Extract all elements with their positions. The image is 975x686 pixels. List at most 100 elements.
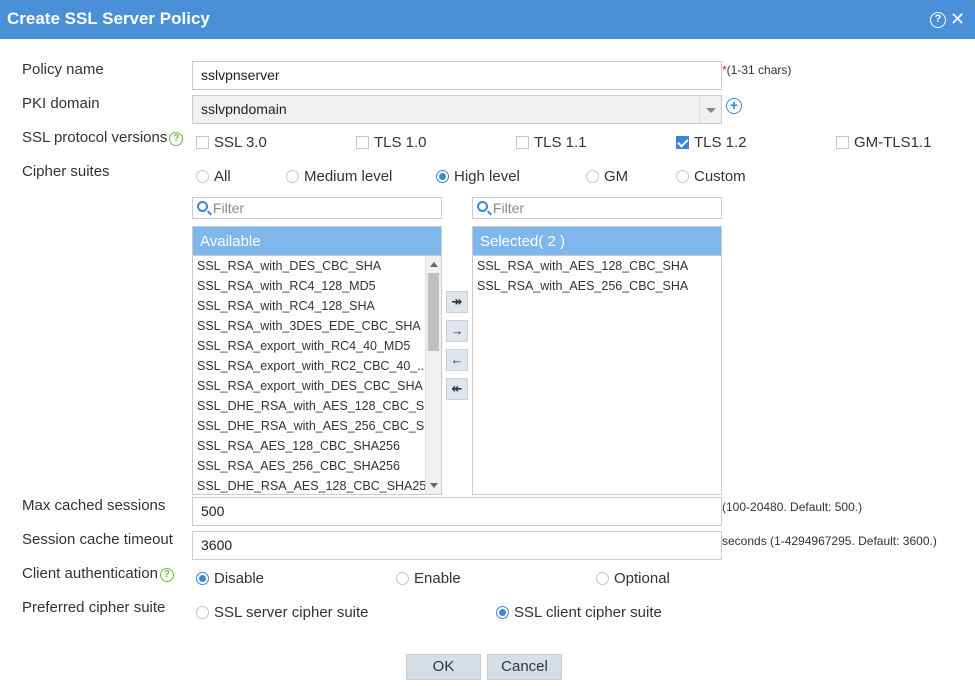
radio-dot[interactable] bbox=[596, 572, 609, 585]
list-item[interactable]: SSL_RSA_with_RC4_128_MD5 bbox=[193, 276, 441, 296]
list-item[interactable]: SSL_RSA_export_with_DES_CBC_SHA bbox=[193, 376, 441, 396]
list-item[interactable]: SSL_RSA_export_with_RC2_CBC_40_... bbox=[193, 356, 441, 376]
radio-dot[interactable] bbox=[396, 572, 409, 585]
checkbox-gmtls11[interactable]: GM-TLS1.1 bbox=[836, 134, 932, 151]
add-button[interactable]: → bbox=[446, 320, 468, 342]
policy-name-input[interactable]: sslvpnserver bbox=[192, 61, 722, 90]
max-cached-sessions-hint: (100-20480. Default: 500.) bbox=[722, 500, 863, 514]
help-icon[interactable]: ? bbox=[930, 12, 946, 28]
client-auth-help-icon[interactable]: ? bbox=[159, 568, 174, 582]
radio-client-auth-enable[interactable]: Enable bbox=[396, 570, 461, 587]
scroll-down-icon[interactable] bbox=[430, 483, 438, 488]
session-cache-timeout-input[interactable]: 3600 bbox=[192, 531, 722, 560]
max-cached-sessions-input[interactable]: 500 bbox=[192, 497, 722, 526]
radio-server-cipher[interactable]: SSL server cipher suite bbox=[196, 604, 369, 621]
search-icon bbox=[477, 201, 488, 212]
list-item[interactable]: SSL_DHE_RSA_with_AES_128_CBC_SHA bbox=[193, 396, 441, 416]
cipher-suites-label: Cipher suites bbox=[22, 163, 110, 180]
radio-dot-selected[interactable] bbox=[196, 572, 209, 585]
policy-name-hint: *(1-31 chars) bbox=[722, 63, 791, 77]
radio-label: Medium level bbox=[304, 168, 393, 185]
radio-label: High level bbox=[454, 168, 520, 185]
list-item[interactable]: SSL_RSA_with_3DES_EDE_CBC_SHA bbox=[193, 316, 441, 336]
add-pki-domain-icon[interactable]: + bbox=[726, 98, 742, 114]
checkbox-label: TLS 1.0 bbox=[374, 134, 427, 151]
radio-label: SSL server cipher suite bbox=[214, 604, 369, 621]
scroll-thumb[interactable] bbox=[428, 273, 439, 351]
add-all-button[interactable]: ↠ bbox=[446, 291, 468, 313]
checkbox-box[interactable] bbox=[836, 136, 849, 149]
available-filter-input[interactable]: Filter bbox=[192, 197, 442, 219]
radio-label: All bbox=[214, 168, 231, 185]
dialog-titlebar: Create SSL Server Policy ? ✕ bbox=[0, 0, 975, 39]
remove-button[interactable]: ← bbox=[446, 349, 468, 371]
selected-filter-placeholder: Filter bbox=[493, 200, 525, 216]
selected-list[interactable]: Selected( 2 ) SSL_RSA_with_AES_128_CBC_S… bbox=[472, 226, 722, 495]
client-auth-label: Client authentication? bbox=[22, 565, 174, 582]
radio-dot[interactable] bbox=[196, 606, 209, 619]
cancel-button[interactable]: Cancel bbox=[487, 654, 562, 680]
radio-dot-selected[interactable] bbox=[496, 606, 509, 619]
chevron-down-icon[interactable] bbox=[699, 96, 721, 123]
checkbox-box[interactable] bbox=[196, 136, 209, 149]
pki-domain-value: sslvpndomain bbox=[201, 101, 287, 117]
session-cache-timeout-hint: seconds (1-4294967295. Default: 3600.) bbox=[722, 534, 937, 548]
radio-client-cipher[interactable]: SSL client cipher suite bbox=[496, 604, 662, 621]
session-cache-timeout-label: Session cache timeout bbox=[22, 531, 173, 548]
list-item[interactable]: SSL_RSA_AES_128_CBC_SHA256 bbox=[193, 436, 441, 456]
policy-name-hint-text: (1-31 chars) bbox=[726, 63, 792, 77]
radio-dot-selected[interactable] bbox=[436, 170, 449, 183]
checkbox-tls10[interactable]: TLS 1.0 bbox=[356, 134, 427, 151]
radio-dot[interactable] bbox=[196, 170, 209, 183]
radio-client-auth-optional[interactable]: Optional bbox=[596, 570, 670, 587]
client-auth-label-text: Client authentication bbox=[22, 565, 158, 582]
radio-dot[interactable] bbox=[586, 170, 599, 183]
radio-cipher-all[interactable]: All bbox=[196, 168, 231, 185]
list-item[interactable]: SSL_RSA_with_AES_256_CBC_SHA bbox=[473, 276, 721, 296]
available-list[interactable]: Available SSL_RSA_with_DES_CBC_SHA SSL_R… bbox=[192, 226, 442, 495]
selected-list-items: SSL_RSA_with_AES_128_CBC_SHA SSL_RSA_wit… bbox=[473, 256, 721, 494]
ssl-versions-label: SSL protocol versions? bbox=[22, 129, 184, 146]
pki-domain-select[interactable]: sslvpndomain bbox=[192, 95, 722, 124]
selected-list-header: Selected( 2 ) bbox=[473, 227, 721, 256]
checkbox-label: TLS 1.2 bbox=[694, 134, 747, 151]
selected-filter-input[interactable]: Filter bbox=[472, 197, 722, 219]
checkbox-box[interactable] bbox=[356, 136, 369, 149]
scroll-up-icon[interactable] bbox=[430, 262, 438, 267]
radio-label: GM bbox=[604, 168, 629, 185]
list-item[interactable]: SSL_RSA_with_RC4_128_SHA bbox=[193, 296, 441, 316]
list-item[interactable]: SSL_DHE_RSA_AES_128_CBC_SHA256 bbox=[193, 476, 441, 494]
remove-all-button[interactable]: ↞ bbox=[446, 378, 468, 400]
checkbox-tls12[interactable]: TLS 1.2 bbox=[676, 134, 747, 151]
checkbox-box-checked[interactable] bbox=[676, 136, 689, 149]
close-icon[interactable]: ✕ bbox=[950, 9, 965, 29]
policy-name-label: Policy name bbox=[22, 61, 104, 78]
search-icon bbox=[197, 201, 208, 212]
list-item[interactable]: SSL_RSA_with_AES_128_CBC_SHA bbox=[473, 256, 721, 276]
ssl-versions-help-icon[interactable]: ? bbox=[169, 132, 184, 146]
available-filter-placeholder: Filter bbox=[213, 200, 245, 216]
radio-label: Optional bbox=[614, 570, 670, 587]
radio-label: SSL client cipher suite bbox=[514, 604, 662, 621]
radio-label: Custom bbox=[694, 168, 746, 185]
list-item[interactable]: SSL_DHE_RSA_with_AES_256_CBC_SHA bbox=[193, 416, 441, 436]
available-list-header: Available bbox=[193, 227, 441, 256]
radio-cipher-high[interactable]: High level bbox=[436, 168, 520, 185]
list-item[interactable]: SSL_RSA_export_with_RC4_40_MD5 bbox=[193, 336, 441, 356]
list-item[interactable]: SSL_RSA_with_DES_CBC_SHA bbox=[193, 256, 441, 276]
radio-label: Enable bbox=[414, 570, 461, 587]
radio-dot[interactable] bbox=[286, 170, 299, 183]
radio-dot[interactable] bbox=[676, 170, 689, 183]
checkbox-ssl30[interactable]: SSL 3.0 bbox=[196, 134, 267, 151]
radio-cipher-gm[interactable]: GM bbox=[586, 168, 628, 185]
checkbox-tls11[interactable]: TLS 1.1 bbox=[516, 134, 587, 151]
checkbox-label: GM-TLS1.1 bbox=[854, 134, 932, 151]
list-item[interactable]: SSL_RSA_AES_256_CBC_SHA256 bbox=[193, 456, 441, 476]
checkbox-box[interactable] bbox=[516, 136, 529, 149]
radio-cipher-custom[interactable]: Custom bbox=[676, 168, 746, 185]
radio-cipher-medium[interactable]: Medium level bbox=[286, 168, 392, 185]
ok-button[interactable]: OK bbox=[406, 654, 481, 680]
ssl-versions-label-text: SSL protocol versions bbox=[22, 129, 168, 146]
radio-client-auth-disable[interactable]: Disable bbox=[196, 570, 264, 587]
available-scrollbar[interactable] bbox=[425, 256, 441, 494]
